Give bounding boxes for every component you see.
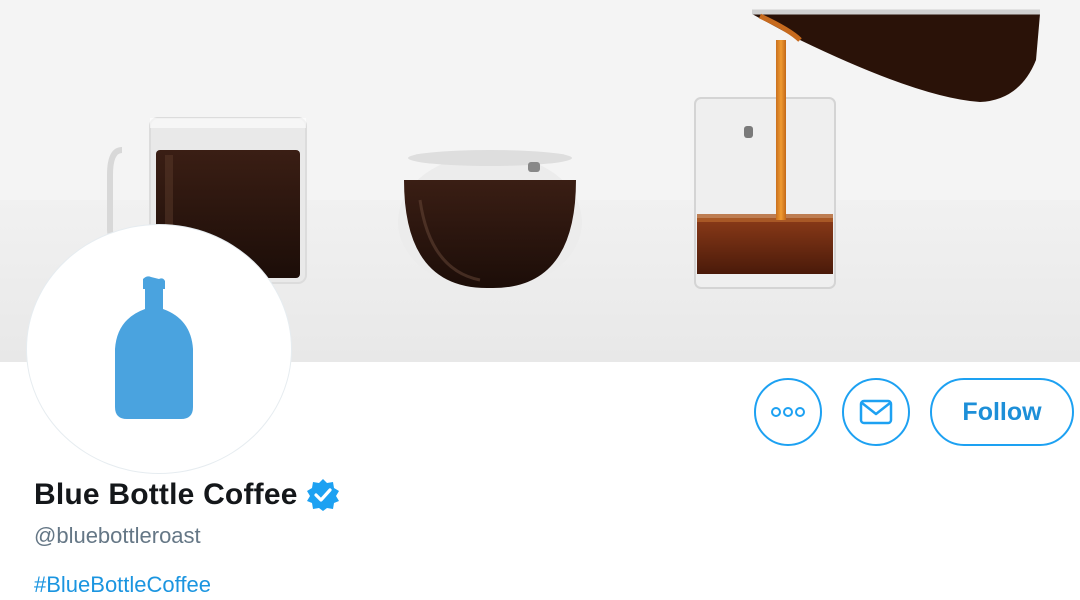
profile-handle: @bluebottleroast xyxy=(34,523,201,548)
profile-action-bar: Follow xyxy=(754,378,1074,446)
envelope-icon xyxy=(859,399,893,425)
follow-button[interactable]: Follow xyxy=(930,378,1074,446)
more-horizontal-icon xyxy=(771,407,805,417)
verified-badge-icon xyxy=(306,478,340,512)
message-button[interactable] xyxy=(842,378,910,446)
profile-page: Follow Blue Bottle Coffee @bluebottleroa… xyxy=(0,0,1080,600)
profile-avatar[interactable] xyxy=(27,225,291,473)
profile-display-name[interactable]: Blue Bottle Coffee xyxy=(34,478,298,512)
profile-hashtag-link[interactable]: #BlueBottleCoffee xyxy=(34,572,211,598)
more-options-button[interactable] xyxy=(754,378,822,446)
blue-bottle-logo-icon xyxy=(115,276,193,419)
profile-name-row: Blue Bottle Coffee xyxy=(34,478,340,512)
